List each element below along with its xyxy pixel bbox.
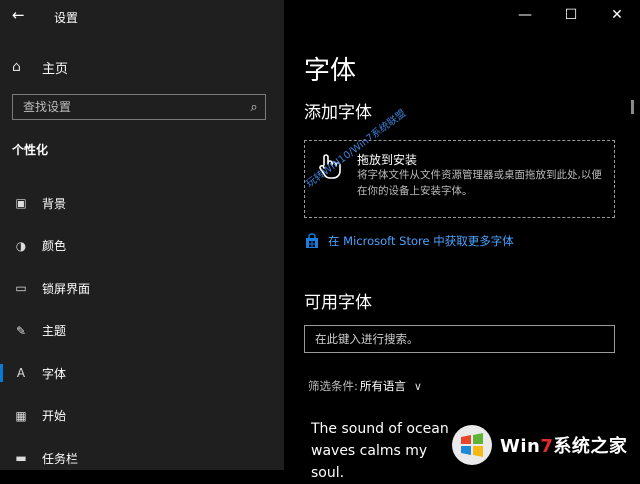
scrollbar-thumb[interactable]	[631, 100, 634, 114]
lockscreen-icon: ▭	[15, 281, 27, 296]
section-heading-personalization: 个性化	[12, 143, 49, 157]
back-arrow-icon[interactable]: ←	[12, 6, 25, 24]
win7-system-logo: Win7系统之家	[444, 420, 640, 470]
app-title: 设置	[54, 11, 79, 25]
settings-search-box[interactable]: ⌕	[12, 94, 266, 120]
search-icon[interactable]: ⌕	[243, 100, 265, 115]
filter-label: 筛选条件:	[308, 379, 358, 393]
available-fonts-heading: 可用字体	[304, 293, 372, 313]
font-search-input[interactable]	[305, 331, 614, 347]
sidebar-item-lockscreen[interactable]: ▭ 锁屏界面	[0, 267, 284, 310]
logo-seven-text: 7	[540, 436, 554, 457]
palette-icon: ◑	[15, 238, 27, 253]
minimize-button[interactable]: —	[502, 4, 548, 26]
sidebar-item-label: 开始	[42, 409, 67, 424]
store-link-label[interactable]: 在 Microsoft Store 中获取更多字体	[328, 233, 514, 249]
main-pane: — ☐ ✕ 字体 添加字体 拖放到安装 将字体文件从文件资源管理器或桌面拖放到此…	[284, 0, 640, 481]
page-title: 字体	[304, 56, 357, 86]
maximize-button[interactable]: ☐	[548, 4, 594, 26]
drop-title: 拖放到安装	[357, 153, 418, 167]
sidebar-item-label: 颜色	[42, 239, 67, 254]
font-preview-sample[interactable]: The sound of ocean waves calms my soul.	[311, 418, 451, 484]
start-icon: ▦	[15, 408, 27, 423]
font-icon: A	[16, 366, 26, 381]
sidebar-item-label: 字体	[42, 366, 67, 381]
theme-icon: ✎	[15, 323, 27, 338]
sidebar-item-fonts[interactable]: A 字体	[0, 352, 284, 395]
sidebar-nav: ▣ 背景 ◑ 颜色 ▭ 锁屏界面 ✎ 主题 A 字体 ▦ 开始 ▬ 任务栏	[0, 182, 284, 480]
sidebar-item-themes[interactable]: ✎ 主题	[0, 310, 284, 353]
logo-win-text: Win	[500, 436, 541, 457]
window-controls: — ☐ ✕	[502, 4, 640, 26]
title-bar: ← 设置	[0, 0, 284, 32]
image-icon: ▣	[15, 196, 27, 211]
sidebar-item-taskbar[interactable]: ▬ 任务栏	[0, 437, 284, 480]
filter-value[interactable]: 所有语言	[360, 378, 406, 394]
windows-logo-icon	[452, 425, 492, 465]
language-filter[interactable]: 筛选条件: 所有语言 ∨	[308, 378, 422, 394]
logo-text: Win7系统之家	[500, 432, 627, 458]
settings-search-input[interactable]	[13, 99, 243, 115]
chevron-down-icon[interactable]: ∨	[414, 380, 422, 393]
add-fonts-heading: 添加字体	[304, 103, 372, 123]
drop-description: 将字体文件从文件资源管理器或桌面拖放到此处,以便在你的设备上安装字体。	[357, 169, 602, 197]
close-button[interactable]: ✕	[594, 4, 640, 26]
sidebar-item-background[interactable]: ▣ 背景	[0, 182, 284, 225]
sidebar-item-colors[interactable]: ◑ 颜色	[0, 225, 284, 268]
sidebar-item-label: 锁屏界面	[42, 281, 91, 296]
home-icon: ⌂	[12, 59, 21, 75]
home-label: 主页	[42, 61, 69, 77]
sidebar-item-label: 任务栏	[42, 451, 79, 466]
store-bag-icon	[306, 233, 318, 248]
sidebar-item-start[interactable]: ▦ 开始	[0, 395, 284, 438]
logo-cn-text: 系统之家	[553, 436, 628, 457]
sidebar: ← 设置 ⌂ 主页 ⌕ 个性化 ▣ 背景 ◑ 颜色 ▭ 锁屏界面 ✎ 主题 A …	[0, 0, 284, 470]
sidebar-item-label: 主题	[42, 324, 67, 339]
store-link[interactable]: 在 Microsoft Store 中获取更多字体	[304, 233, 514, 249]
home-nav-item[interactable]: ⌂ 主页	[12, 56, 68, 78]
sidebar-item-label: 背景	[42, 196, 67, 211]
font-search-box[interactable]	[304, 325, 615, 353]
taskbar-icon: ▬	[15, 451, 27, 466]
